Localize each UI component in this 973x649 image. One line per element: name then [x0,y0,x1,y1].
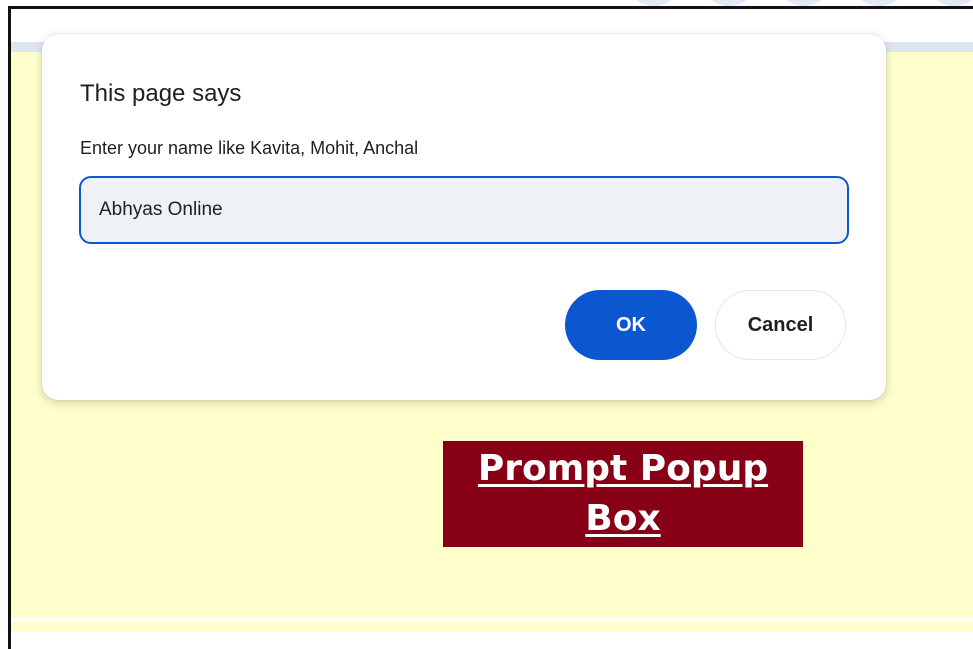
prompt-input[interactable] [79,176,849,244]
page-heading-line1: Prompt Popup [477,448,769,489]
page-bottom-edge [11,618,973,622]
page-heading: Prompt Popup Box [443,441,803,547]
dialog-title: This page says [80,80,242,107]
dialog-message: Enter your name like Kavita, Mohit, Anch… [80,138,419,158]
cancel-button[interactable]: Cancel [715,290,846,360]
page-heading-line2: Box [585,498,661,539]
ok-button[interactable]: OK [565,290,697,360]
prompt-dialog: This page says Enter your name like Kavi… [42,34,886,400]
